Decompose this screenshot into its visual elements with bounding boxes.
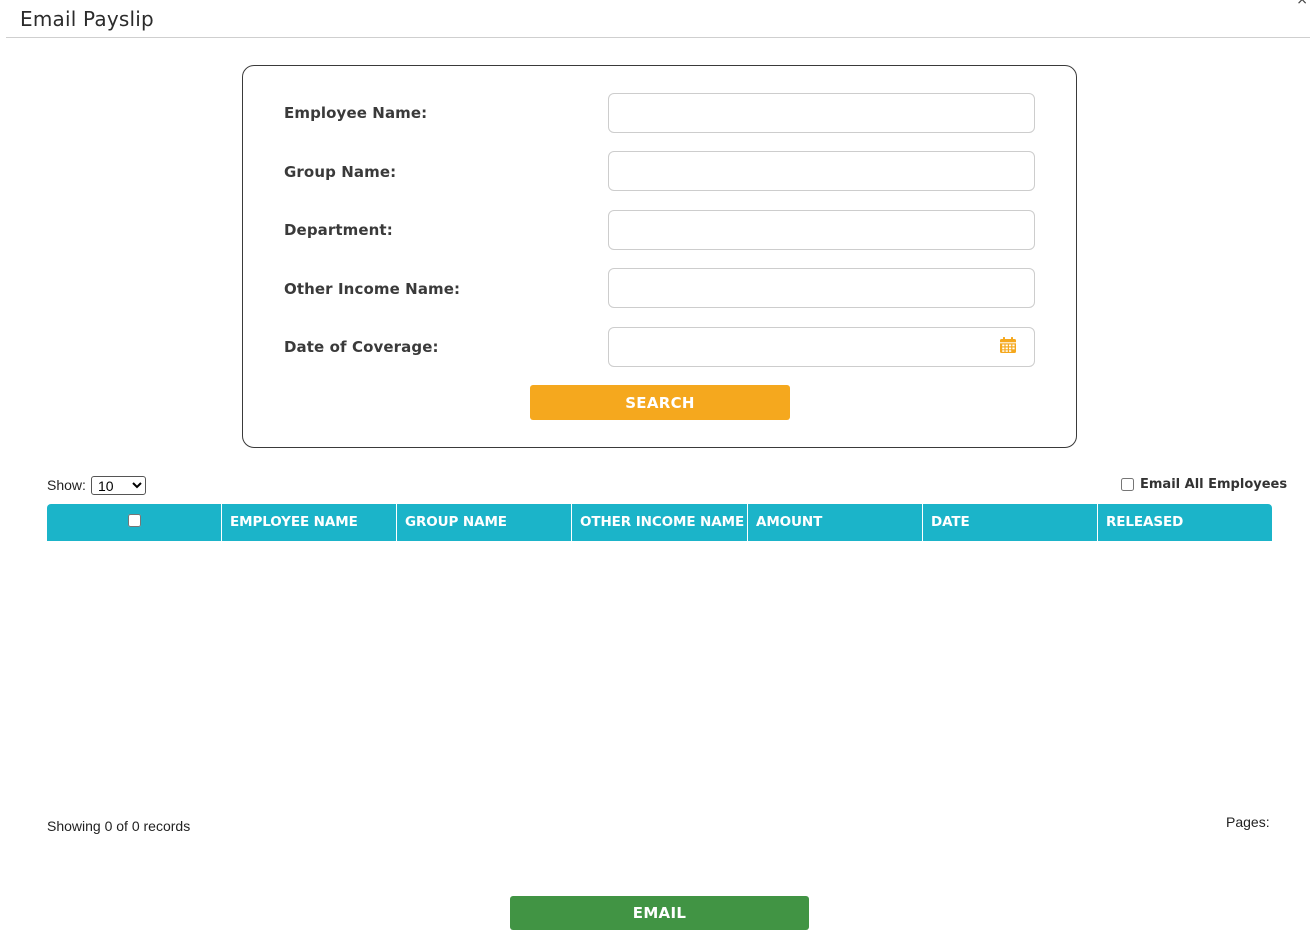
column-header-released[interactable]: RELEASED xyxy=(1098,504,1272,541)
other-income-name-input[interactable] xyxy=(608,268,1035,308)
department-label: Department: xyxy=(284,221,393,239)
records-info: Showing 0 of 0 records xyxy=(47,818,191,834)
column-header-other-income-name[interactable]: OTHER INCOME NAME xyxy=(572,504,748,541)
select-all-checkbox[interactable] xyxy=(127,514,141,527)
email-all-employees-label: Email All Employees xyxy=(1140,477,1288,492)
department-input[interactable] xyxy=(608,210,1035,250)
page-size-select[interactable]: 10 xyxy=(91,476,146,495)
column-header-date[interactable]: DATE xyxy=(923,504,1098,541)
table-header: EMPLOYEE NAME GROUP NAME OTHER INCOME NA… xyxy=(47,504,1272,541)
calendar-icon[interactable] xyxy=(999,336,1017,354)
email-all-employees-checkbox[interactable] xyxy=(1121,478,1134,491)
search-panel: Employee Name: Group Name: Department: O… xyxy=(242,65,1077,448)
select-all-header-cell xyxy=(47,504,222,541)
title-divider xyxy=(6,37,1310,38)
column-header-group-name[interactable]: GROUP NAME xyxy=(397,504,572,541)
group-name-label: Group Name: xyxy=(284,163,397,181)
date-of-coverage-label: Date of Coverage: xyxy=(284,338,439,356)
email-all-employees-control[interactable]: Email All Employees xyxy=(1121,477,1287,492)
email-button[interactable]: EMAIL xyxy=(510,896,809,930)
column-header-employee-name[interactable]: EMPLOYEE NAME xyxy=(222,504,397,541)
date-of-coverage-input[interactable] xyxy=(608,327,1035,367)
column-header-amount[interactable]: AMOUNT xyxy=(748,504,923,541)
pages-label: Pages: xyxy=(1226,814,1270,830)
modal-title: Email Payslip xyxy=(20,7,154,31)
show-label: Show: xyxy=(47,477,86,493)
other-income-name-label: Other Income Name: xyxy=(284,280,461,298)
group-name-input[interactable] xyxy=(608,151,1035,191)
employee-name-label: Employee Name: xyxy=(284,104,428,122)
search-button[interactable]: SEARCH xyxy=(530,385,790,420)
employee-name-input[interactable] xyxy=(608,93,1035,133)
close-icon[interactable]: × xyxy=(1296,0,1308,8)
